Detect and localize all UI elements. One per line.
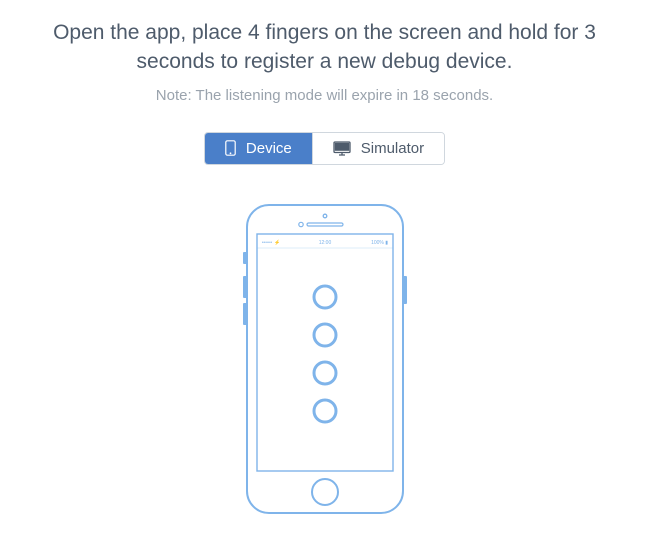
instruction-text: Open the app, place 4 fingers on the scr… bbox=[45, 18, 605, 77]
expiry-note: Note: The listening mode will expire in … bbox=[156, 87, 493, 104]
phone-icon bbox=[225, 140, 236, 156]
device-tab-label: Device bbox=[246, 140, 292, 157]
svg-text:12:00: 12:00 bbox=[318, 240, 331, 246]
simulator-tab[interactable]: Simulator bbox=[312, 133, 444, 164]
simulator-tab-label: Simulator bbox=[361, 140, 424, 157]
monitor-icon bbox=[333, 141, 351, 156]
phone-illustration: ••••• ⚡ 12:00 100% ▮ bbox=[237, 199, 413, 519]
svg-text:••••• ⚡: ••••• ⚡ bbox=[262, 239, 280, 246]
device-simulator-toggle: Device Simulator bbox=[204, 132, 445, 165]
device-tab[interactable]: Device bbox=[205, 133, 312, 164]
svg-text:100% ▮: 100% ▮ bbox=[371, 240, 388, 246]
